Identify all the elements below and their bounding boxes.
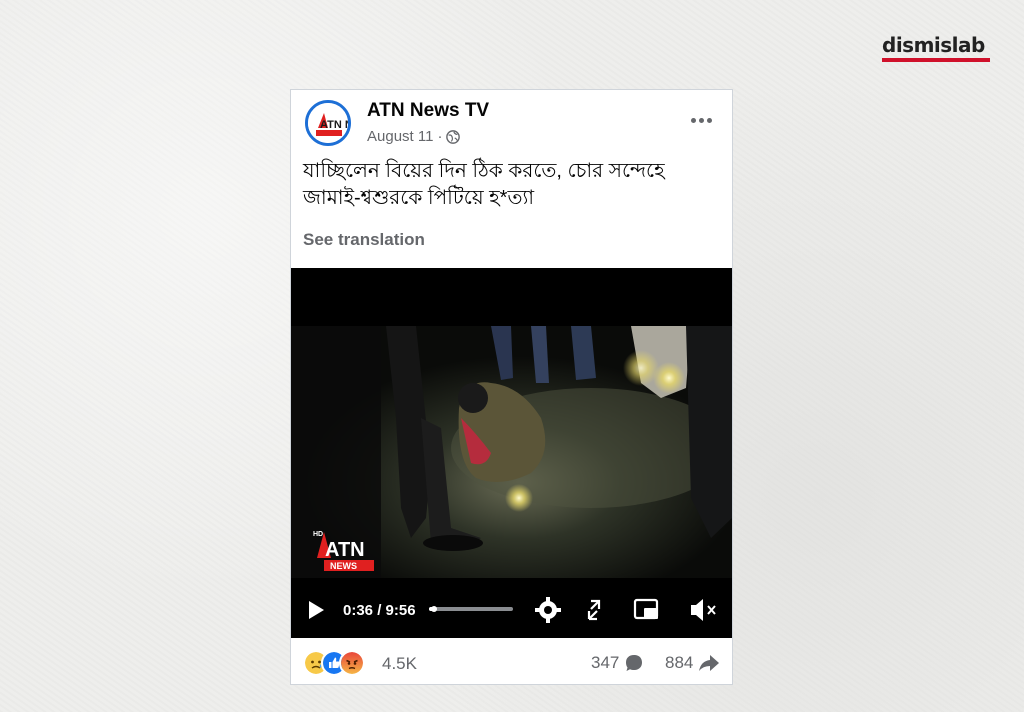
more-dot bbox=[706, 117, 712, 123]
page-name-link[interactable]: ATN News TV bbox=[367, 100, 489, 122]
video-time-display: 0:36 / 9:56 bbox=[343, 602, 416, 619]
share-count-text: 884 bbox=[665, 653, 694, 672]
reaction-count[interactable]: 4.5K bbox=[382, 654, 417, 674]
progress-track[interactable] bbox=[429, 607, 513, 611]
flashlight-glow bbox=[505, 484, 533, 512]
globe-icon bbox=[446, 129, 461, 144]
more-options-button[interactable] bbox=[687, 110, 715, 130]
brand-underline bbox=[882, 58, 990, 62]
facebook-post-card: ATN NEWS ATN News TV August 11 · যাচ্ছিল… bbox=[290, 89, 733, 685]
engagement-bar: 4.5K 347 884 bbox=[291, 638, 732, 684]
overlay-logo-sub: NEWS bbox=[330, 561, 357, 571]
caption-line-2: জামাই-শ্বশুরকে পিটিয়ে হ*ত্যা bbox=[303, 187, 535, 209]
more-dot bbox=[698, 117, 704, 123]
progress-scrubber[interactable] bbox=[431, 606, 438, 612]
caption-line-1: যাচ্ছিলেন বিয়ের দিন ঠিক করতে, চোর সন্দে… bbox=[303, 160, 665, 182]
reaction-icons[interactable] bbox=[303, 650, 369, 676]
post-date-text: August 11 bbox=[367, 128, 434, 145]
share-arrow-icon bbox=[699, 655, 720, 671]
comment-count-text: 347 bbox=[591, 653, 620, 672]
dismislab-watermark: dismislab bbox=[882, 34, 992, 62]
post-caption: যাচ্ছিলেন বিয়ের দিন ঠিক করতে, চোর সন্দে… bbox=[303, 158, 723, 212]
brand-logo-text: dismislab bbox=[882, 33, 985, 57]
overlay-logo-prefix: HD bbox=[313, 531, 323, 538]
video-frame: HD ATN NEWS 0:36 / 9:56 bbox=[291, 268, 732, 638]
more-dot bbox=[690, 117, 696, 123]
shares-count-button[interactable]: 884 bbox=[665, 653, 720, 673]
angry-reaction-icon bbox=[339, 650, 365, 676]
see-translation-link[interactable]: See translation bbox=[303, 230, 425, 250]
post-timestamp[interactable]: August 11 · bbox=[367, 128, 461, 145]
overlay-logo-text: ATN bbox=[325, 539, 365, 561]
comment-bubble-icon bbox=[626, 655, 643, 671]
date-separator: · bbox=[437, 128, 443, 145]
video-player[interactable]: HD ATN NEWS 0:36 / 9:56 bbox=[291, 268, 732, 638]
comments-count-button[interactable]: 347 bbox=[591, 653, 644, 673]
avatar-logo-text: ATN NEWS bbox=[320, 119, 348, 131]
page-avatar[interactable]: ATN NEWS bbox=[305, 100, 351, 146]
atn-logo-icon: ATN NEWS bbox=[308, 103, 348, 143]
